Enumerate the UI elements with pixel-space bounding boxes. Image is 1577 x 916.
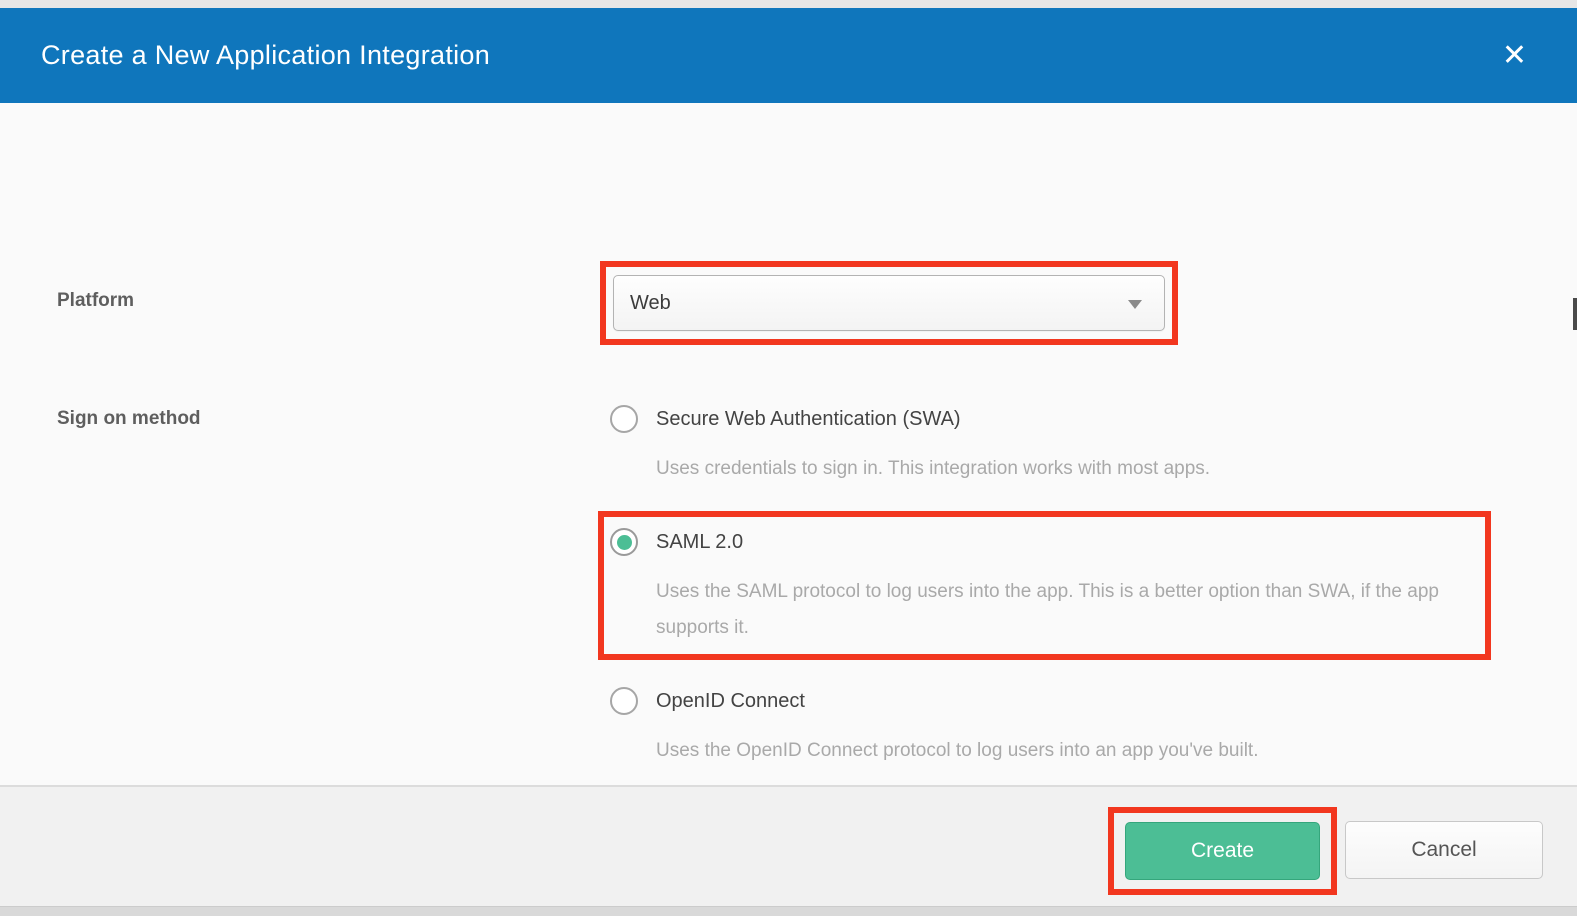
radio-option-openid: OpenID Connect Uses the OpenID Connect p…	[610, 687, 1258, 769]
chevron-down-icon	[1128, 300, 1142, 309]
dialog-body: Platform Web Sign on method Secure Web A…	[0, 103, 1577, 785]
annotation-box-saml: SAML 2.0 Uses the SAML protocol to log u…	[598, 511, 1491, 660]
platform-select-value: Web	[630, 292, 671, 315]
close-icon[interactable]: ✕	[1502, 41, 1527, 71]
scrollbar-thumb[interactable]	[1573, 298, 1577, 330]
annotation-box-platform: Web	[600, 261, 1178, 345]
page-bottom-strip	[0, 906, 1577, 916]
radio-option-swa-text: Secure Web Authentication (SWA) Uses cre…	[656, 405, 1210, 487]
radio-desc-swa: Uses credentials to sign in. This integr…	[656, 451, 1210, 487]
radio-button-openid[interactable]	[610, 687, 638, 715]
radio-option-saml: SAML 2.0 Uses the SAML protocol to log u…	[610, 528, 1492, 646]
radio-desc-openid: Uses the OpenID Connect protocol to log …	[656, 733, 1258, 769]
dialog-title: Create a New Application Integration	[41, 40, 490, 71]
radio-button-swa[interactable]	[610, 405, 638, 433]
radio-desc-saml: Uses the SAML protocol to log users into…	[656, 574, 1492, 646]
radio-button-saml[interactable]	[610, 528, 638, 556]
radio-option-openid-text: OpenID Connect Uses the OpenID Connect p…	[656, 687, 1258, 769]
radio-label-swa[interactable]: Secure Web Authentication (SWA)	[656, 405, 1210, 433]
create-app-integration-dialog: Create a New Application Integration ✕ P…	[0, 0, 1577, 916]
radio-option-swa: Secure Web Authentication (SWA) Uses cre…	[610, 405, 1210, 487]
platform-select[interactable]: Web	[613, 275, 1165, 331]
radio-option-saml-text: SAML 2.0 Uses the SAML protocol to log u…	[656, 528, 1492, 646]
page-top-strip	[0, 0, 1577, 8]
cancel-button[interactable]: Cancel	[1345, 821, 1543, 879]
sign-on-method-label: Sign on method	[57, 408, 201, 430]
platform-label: Platform	[57, 290, 134, 312]
annotation-box-create: Create	[1108, 807, 1337, 895]
radio-label-saml[interactable]: SAML 2.0	[656, 528, 1492, 556]
dialog-header: Create a New Application Integration ✕	[0, 8, 1577, 103]
radio-label-openid[interactable]: OpenID Connect	[656, 687, 1258, 715]
create-button[interactable]: Create	[1125, 822, 1320, 880]
dialog-footer: Create Cancel	[0, 785, 1577, 906]
